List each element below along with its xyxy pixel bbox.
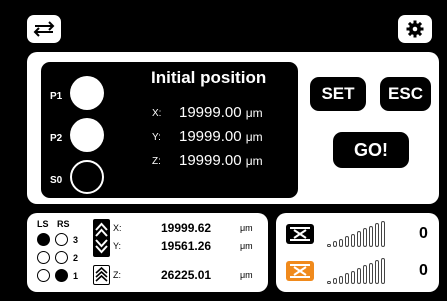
position-z-value: 19999.00 μm <box>179 152 263 169</box>
z-encoder-icon <box>93 265 110 285</box>
position-x-value: 19999.00 μm <box>179 104 263 121</box>
rs-switch-2 <box>55 251 68 264</box>
encoder-y-label: Y: <box>113 241 122 251</box>
rs-label: RS <box>57 219 70 229</box>
encoder-panel: LS RS 3 2 1 X: 19999.62 μm Y: 19561.26 μ… <box>27 213 268 292</box>
speed-level-bar <box>351 234 355 247</box>
encoder-z-label: Z: <box>113 270 121 280</box>
speed-level-bar <box>363 228 367 247</box>
motor-speed-bars <box>327 221 385 247</box>
spindle-speed-value: 0 <box>419 262 428 279</box>
encoder-y-unit: μm <box>240 241 253 251</box>
encoder-x-unit: μm <box>240 223 253 233</box>
gear-icon <box>406 20 424 38</box>
speed-level-bar <box>345 236 349 247</box>
speed-level-bar <box>345 273 349 284</box>
rs-switch-3 <box>55 233 68 246</box>
switch-row-3-label: 3 <box>73 235 79 245</box>
speed-level-bar <box>375 260 379 284</box>
esc-button[interactable]: ESC <box>380 77 431 111</box>
ls-switch-3 <box>37 233 50 246</box>
ls-label: LS <box>37 219 49 229</box>
speed-level-bar <box>327 244 331 247</box>
encoder-x-label: X: <box>113 223 122 233</box>
switch-row-1-label: 1 <box>73 271 79 281</box>
ls-switch-2 <box>37 251 50 264</box>
encoder-z-unit: μm <box>240 270 253 280</box>
speed-level-bar <box>363 265 367 284</box>
speed-level-bar <box>375 223 379 247</box>
swap-arrows-icon <box>33 21 55 37</box>
xy-encoder-icon <box>93 219 110 257</box>
preset-label-s0: S0 <box>50 175 63 186</box>
set-button[interactable]: SET <box>310 77 366 111</box>
motor-speed-icon <box>286 224 314 244</box>
speed-level-bar <box>357 231 361 247</box>
speed-level-bar <box>381 221 385 247</box>
speed-level-bar <box>333 241 337 247</box>
speed-level-bar <box>333 278 337 284</box>
speed-level-bar <box>339 276 343 284</box>
speed-level-bar <box>357 268 361 284</box>
ls-switch-1 <box>37 269 50 282</box>
axis-label-x: X: <box>152 108 162 119</box>
axis-label-y: Y: <box>152 132 161 143</box>
encoder-y-value: 19561.26 <box>161 239 212 253</box>
position-display: P1 P2 S0 Initial position X: 19999.00 μm… <box>41 62 298 198</box>
encoder-x-value: 19999.62 <box>161 221 212 235</box>
spindle-speed-icon <box>286 261 314 281</box>
settings-button[interactable] <box>398 15 432 43</box>
speed-level-bar <box>369 226 373 247</box>
speed-level-bar <box>339 239 343 247</box>
axis-label-z: Z: <box>152 156 161 167</box>
go-button[interactable]: GO! <box>333 132 409 168</box>
position-y-value: 19999.00 μm <box>179 128 263 145</box>
position-title: Initial position <box>151 68 267 87</box>
rs-switch-1 <box>55 269 68 282</box>
preset-label-p2: P2 <box>50 133 63 144</box>
switch-row-2-label: 2 <box>73 253 79 263</box>
preset-s0-button[interactable] <box>70 160 104 194</box>
speed-level-bar <box>327 281 331 284</box>
main-panel: P1 P2 S0 Initial position X: 19999.00 μm… <box>27 52 439 204</box>
spindle-speed-bars <box>327 258 385 284</box>
speed-level-bar <box>381 258 385 284</box>
encoder-z-value: 26225.01 <box>161 268 212 282</box>
preset-p1-button[interactable] <box>70 76 104 110</box>
speed-panel: 0 0 <box>276 213 439 292</box>
motor-speed-value: 0 <box>419 225 428 242</box>
preset-p2-button[interactable] <box>70 118 104 152</box>
swap-button[interactable] <box>27 15 61 43</box>
speed-level-bar <box>351 271 355 284</box>
preset-label-p1: P1 <box>50 91 63 102</box>
speed-level-bar <box>369 263 373 284</box>
